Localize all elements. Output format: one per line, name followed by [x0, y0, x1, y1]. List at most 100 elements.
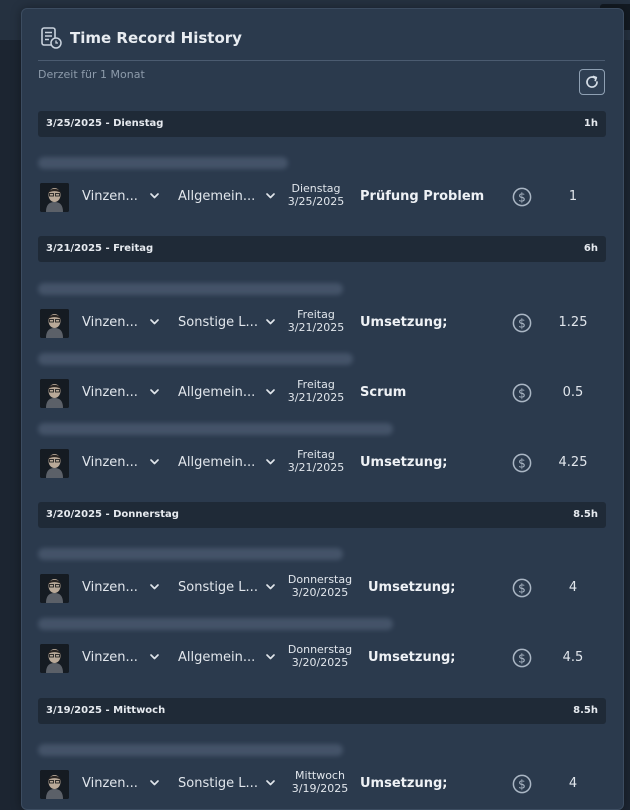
task-name: Umsetzung; [368, 580, 456, 595]
chevron-down-icon[interactable] [149, 386, 160, 397]
redacted-description [38, 744, 343, 756]
chevron-down-icon[interactable] [149, 651, 160, 662]
redacted-description [38, 423, 393, 435]
task-name: Scrum [360, 385, 407, 400]
hours-value: 1.25 [558, 315, 588, 330]
record-date-value: 3/20/2025 [291, 586, 349, 599]
dollar-circle-icon[interactable]: $ [512, 648, 532, 668]
day-label: 3/20/2025 - Donnerstag [46, 509, 179, 520]
redacted-description [38, 157, 288, 169]
record-date-value: 3/21/2025 [287, 461, 345, 474]
day-total: 1h [583, 118, 598, 129]
user-avatar [40, 309, 69, 338]
record-weekday: Freitag [297, 448, 335, 461]
svg-text:$: $ [518, 777, 526, 791]
document-clock-icon [41, 27, 62, 49]
time-record-row: Vinzen... Sonstige L... Mittwoch 3/19/2025 U… [22, 764, 623, 804]
chevron-down-icon[interactable] [149, 190, 160, 201]
dollar-circle-icon[interactable]: $ [512, 453, 532, 473]
day-total: 8.5h [573, 509, 598, 520]
user-select[interactable]: Vinzen... [82, 189, 138, 204]
category-select[interactable]: Sonstige L... [178, 315, 258, 330]
redacted-description [38, 618, 393, 630]
dollar-circle-icon[interactable]: $ [512, 774, 532, 794]
user-avatar [40, 770, 69, 799]
user-select[interactable]: Vinzen... [82, 776, 138, 791]
svg-text:$: $ [518, 651, 526, 665]
time-record-row: Vinzen... Allgemein... Freitag 3/21/2025 Ums… [22, 443, 623, 483]
hours-value: 4.25 [558, 455, 588, 470]
chevron-down-icon[interactable] [149, 777, 160, 788]
user-select[interactable]: Vinzen... [82, 580, 138, 595]
chevron-down-icon[interactable] [149, 581, 160, 592]
record-weekday: Freitag [297, 378, 335, 391]
category-select[interactable]: Sonstige L... [178, 580, 258, 595]
svg-text:$: $ [518, 190, 526, 204]
chevron-down-icon[interactable] [265, 386, 276, 397]
hours-value: 4 [568, 776, 578, 791]
day-header: 3/25/2025 - Dienstag 1h [38, 111, 606, 137]
category-select[interactable]: Allgemein... [178, 385, 255, 400]
chevron-down-icon[interactable] [149, 316, 160, 327]
record-date-value: 3/19/2025 [291, 782, 349, 795]
task-name: Prüfung Problem [360, 189, 485, 204]
record-weekday: Mittwoch [295, 769, 345, 782]
chevron-down-icon[interactable] [265, 456, 276, 467]
record-date: Freitag 3/21/2025 [281, 308, 351, 334]
task-name: Umsetzung; [360, 315, 448, 330]
dollar-circle-icon[interactable]: $ [512, 187, 532, 207]
user-select[interactable]: Vinzen... [82, 455, 138, 470]
chevron-down-icon[interactable] [265, 581, 276, 592]
chevron-down-icon[interactable] [149, 456, 160, 467]
day-label: 3/25/2025 - Dienstag [46, 118, 164, 129]
chevron-down-icon[interactable] [265, 190, 276, 201]
hours-value: 4.5 [562, 650, 584, 665]
category-select[interactable]: Sonstige L... [178, 776, 258, 791]
page-title: Time Record History [70, 29, 242, 47]
user-select[interactable]: Vinzen... [82, 650, 138, 665]
category-select[interactable]: Allgemein... [178, 650, 255, 665]
user-avatar [40, 644, 69, 673]
chevron-down-icon[interactable] [265, 316, 276, 327]
hours-value: 4 [568, 580, 578, 595]
chevron-down-icon[interactable] [265, 651, 276, 662]
record-date-value: 3/25/2025 [287, 195, 345, 208]
user-avatar [40, 183, 69, 212]
time-record-row: Vinzen... Allgemein... Freitag 3/21/2025 Scr… [22, 373, 623, 413]
time-record-row: Vinzen... Sonstige L... Donnerstag 3/20/202… [22, 568, 623, 608]
hours-value: 1 [568, 189, 578, 204]
record-date: Donnerstag 3/20/2025 [285, 573, 355, 599]
record-date: Mittwoch 3/19/2025 [285, 769, 355, 795]
task-name: Umsetzung; [360, 776, 448, 791]
chevron-down-icon[interactable] [265, 777, 276, 788]
day-label: 3/19/2025 - Mittwoch [46, 705, 166, 716]
task-name: Umsetzung; [368, 650, 456, 665]
dollar-circle-icon[interactable]: $ [512, 313, 532, 333]
redacted-description [38, 283, 343, 295]
user-avatar [40, 449, 69, 478]
dollar-circle-icon[interactable]: $ [512, 383, 532, 403]
record-date-value: 3/21/2025 [287, 321, 345, 334]
day-label: 3/21/2025 - Freitag [46, 243, 154, 254]
user-avatar [40, 379, 69, 408]
svg-text:$: $ [518, 316, 526, 330]
user-select[interactable]: Vinzen... [82, 385, 138, 400]
record-date: Freitag 3/21/2025 [281, 448, 351, 474]
category-select[interactable]: Allgemein... [178, 455, 255, 470]
category-select[interactable]: Allgemein... [178, 189, 255, 204]
day-header: 3/19/2025 - Mittwoch 8.5h [38, 698, 606, 724]
hours-value: 0.5 [562, 385, 584, 400]
svg-text:$: $ [518, 386, 526, 400]
time-record-row: Vinzen... Allgemein... Dienstag 3/25/2025 Pr… [22, 177, 623, 217]
user-avatar [40, 574, 69, 603]
day-total: 6h [583, 243, 598, 254]
record-date: Freitag 3/21/2025 [281, 378, 351, 404]
header-divider [38, 60, 605, 61]
time-record-row: Vinzen... Sonstige L... Freitag 3/21/2025 Um… [22, 303, 623, 343]
dollar-circle-icon[interactable]: $ [512, 578, 532, 598]
record-date: Dienstag 3/25/2025 [281, 182, 351, 208]
user-select[interactable]: Vinzen... [82, 315, 138, 330]
refresh-button[interactable] [579, 69, 605, 95]
refresh-icon [586, 75, 598, 88]
panel-header: Time Record History [22, 9, 623, 61]
